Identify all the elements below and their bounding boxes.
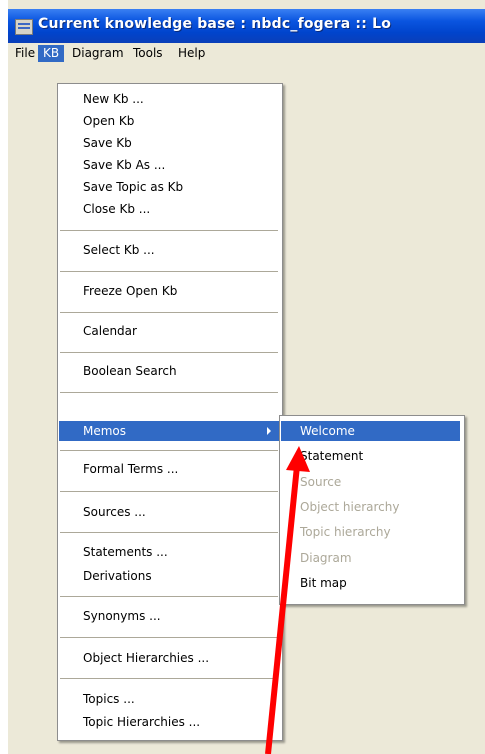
menu-item-topics[interactable]: Topics ...	[59, 689, 281, 709]
menu-item-save-kb-as[interactable]: Save Kb As ...	[59, 155, 281, 175]
submenu-item-topic-hierarchy: Topic hierarchy	[300, 525, 391, 539]
window-title: Current knowledge base : nbdc_fogera :: …	[38, 16, 392, 32]
menu-kb[interactable]: KB	[38, 45, 65, 62]
menu-separator	[60, 637, 278, 638]
submenu-item-bit-map[interactable]: Bit map	[281, 573, 460, 593]
menu-item-topic-hierarchies[interactable]: Topic Hierarchies ...	[59, 712, 281, 732]
menu-item-boolean-search[interactable]: Boolean Search	[59, 361, 281, 381]
menu-item-select-kb[interactable]: Select Kb ...	[59, 240, 281, 260]
menu-item-memos[interactable]: Memos	[59, 421, 281, 441]
menu-item-calendar[interactable]: Calendar	[59, 321, 281, 341]
menu-separator	[60, 271, 278, 272]
submenu-item-welcome[interactable]: Welcome	[281, 421, 460, 441]
menu-item-open-kb[interactable]: Open Kb	[59, 111, 281, 131]
desktop-edge	[0, 0, 8, 754]
menu-item-formal-terms[interactable]: Formal Terms ...	[59, 459, 281, 479]
window-titlebar[interactable]: Current knowledge base : nbdc_fogera :: …	[8, 9, 485, 43]
menu-file[interactable]: File	[10, 45, 40, 62]
menu-item-derivations[interactable]: Derivations	[59, 566, 281, 586]
menu-separator	[60, 491, 278, 492]
app-icon	[15, 19, 33, 35]
kb-menu: New Kb ... Open Kb Save Kb Save Kb As ..…	[57, 83, 283, 741]
menu-separator	[60, 230, 278, 231]
menu-item-sources[interactable]: Sources ...	[59, 502, 281, 522]
submenu-item-object-hierarchy: Object hierarchy	[300, 500, 400, 514]
menu-item-synonyms[interactable]: Synonyms ...	[59, 606, 281, 626]
menu-separator	[60, 532, 278, 533]
menu-separator	[60, 678, 278, 679]
menu-separator	[60, 352, 278, 353]
menu-separator	[60, 450, 278, 451]
menu-diagram[interactable]: Diagram	[67, 45, 129, 62]
menubar: File KB Diagram Tools Help	[8, 43, 485, 65]
menu-item-new-kb[interactable]: New Kb ...	[59, 89, 281, 109]
menu-tools[interactable]: Tools	[128, 45, 168, 62]
menu-item-save-kb[interactable]: Save Kb	[59, 133, 281, 153]
menu-help[interactable]: Help	[173, 45, 210, 62]
menu-item-freeze-open-kb[interactable]: Freeze Open Kb	[59, 281, 281, 301]
menu-item-save-topic-as-kb[interactable]: Save Topic as Kb	[59, 177, 281, 197]
submenu-item-diagram: Diagram	[300, 551, 352, 565]
menu-separator	[60, 392, 278, 393]
menu-separator	[60, 596, 278, 597]
menu-item-object-hierarchies[interactable]: Object Hierarchies ...	[59, 648, 281, 668]
submenu-item-statement[interactable]: Statement	[281, 446, 460, 466]
menu-item-close-kb[interactable]: Close Kb ...	[59, 199, 281, 219]
memos-submenu: Welcome Statement Source Object hierarch…	[279, 415, 465, 605]
submenu-item-source: Source	[300, 475, 342, 489]
menu-separator	[60, 312, 278, 313]
menu-item-statements[interactable]: Statements ...	[59, 542, 281, 562]
submenu-arrow-icon	[267, 427, 271, 435]
